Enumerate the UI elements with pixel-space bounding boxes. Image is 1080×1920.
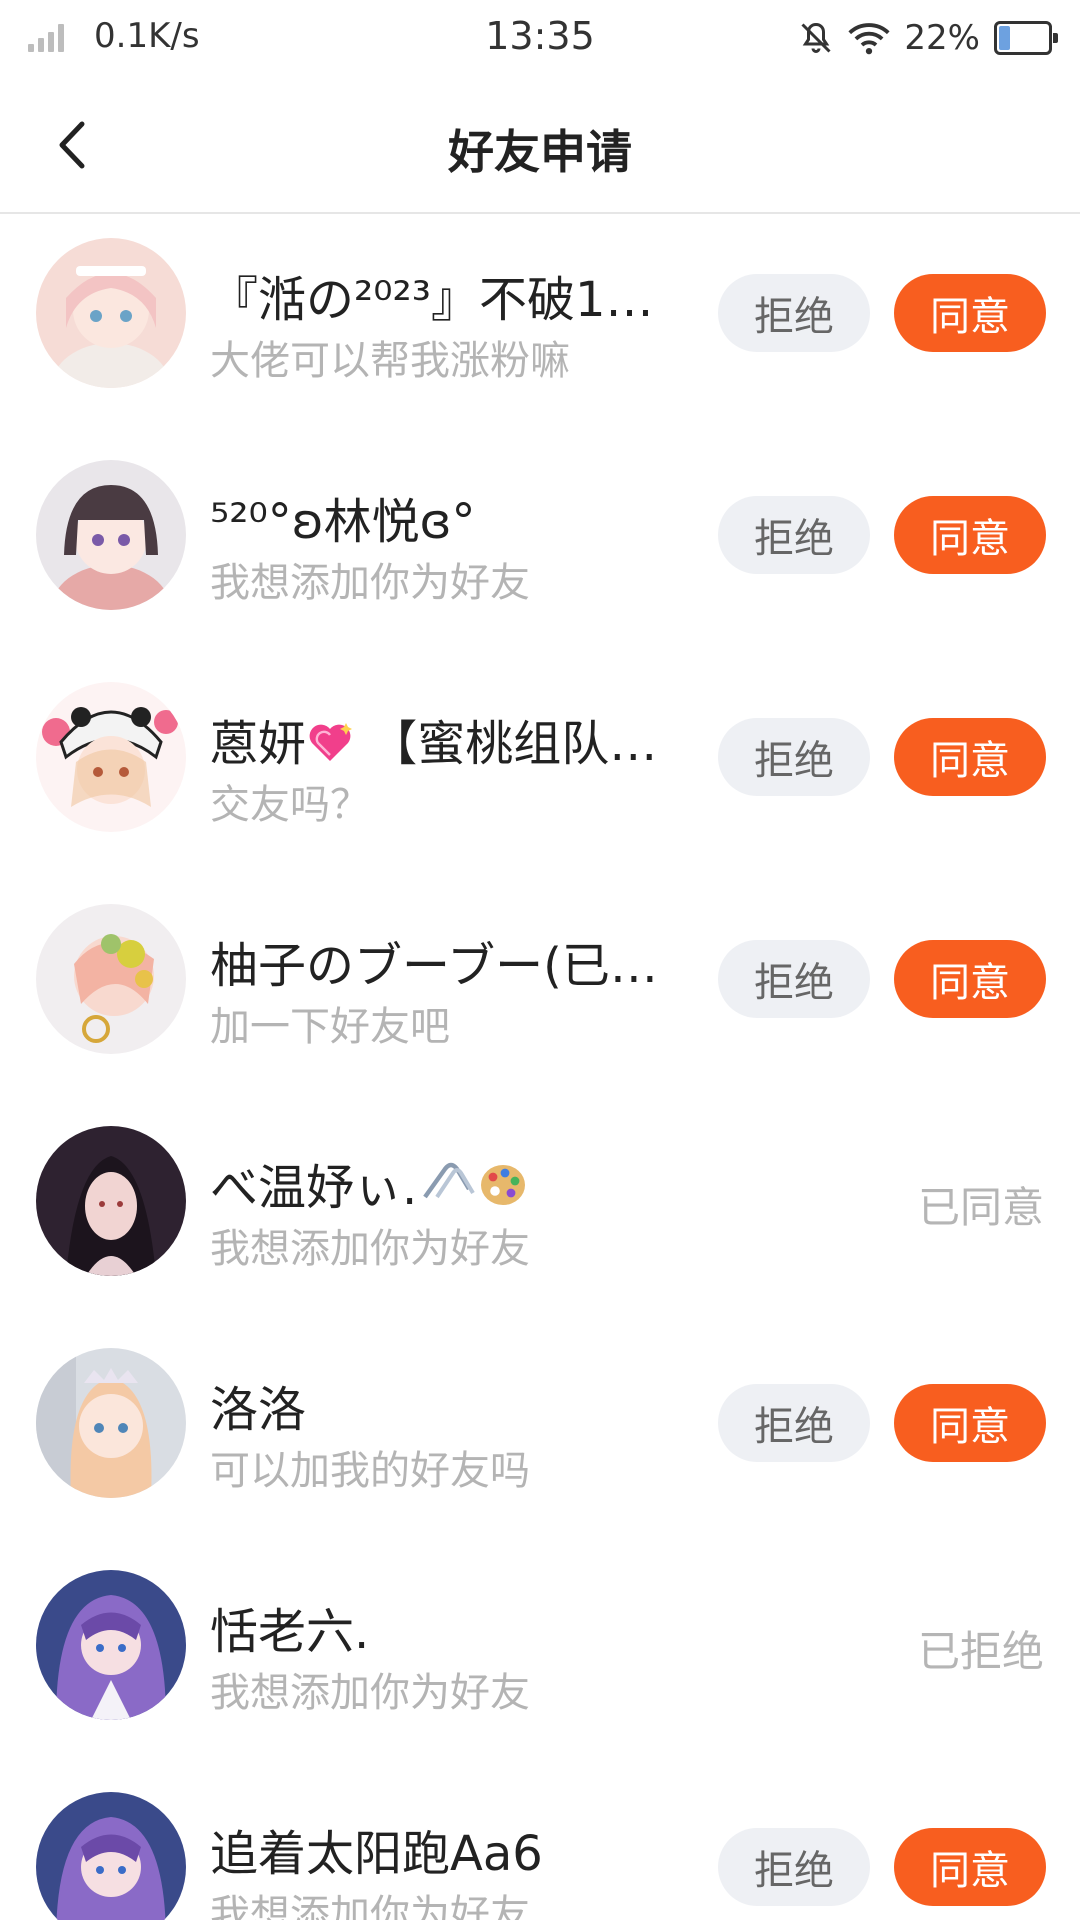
battery-icon — [994, 21, 1058, 55]
reject-button[interactable]: 拒绝 — [718, 718, 870, 796]
battery-level — [999, 26, 1011, 50]
list-item[interactable]: 『湉の²⁰²³』不破1… 大佬可以帮我涨粉嘛 拒绝 同意 — [0, 216, 1080, 438]
avatar[interactable] — [36, 1792, 186, 1920]
sender-name: 追着太阳跑Aa6 — [210, 1826, 543, 1882]
sender-name-text: べ温妤ぃ. — [210, 1160, 418, 1216]
list-item[interactable]: 柚子のブーブー(已… 加一下好友吧 拒绝 同意 — [0, 882, 1080, 1104]
list-item[interactable]: 洛洛 可以加我的好友吗 拒绝 同意 — [0, 1326, 1080, 1548]
avatar[interactable] — [36, 682, 186, 832]
list-item[interactable]: 蒽妍 【蜜桃组队… 交友吗？ 拒绝 同意 — [0, 660, 1080, 882]
request-message: 加一下好友吧 — [210, 1004, 450, 1050]
avatar[interactable] — [36, 1348, 186, 1498]
mute-bell-icon — [801, 22, 831, 53]
request-message: 我想添加你为好友 — [210, 1892, 530, 1920]
accept-button[interactable]: 同意 — [894, 274, 1046, 352]
list-item[interactable]: 恬老六. 我想添加你为好友 已拒绝 — [0, 1548, 1080, 1770]
request-message: 大佬可以帮我涨粉嘛 — [210, 338, 570, 384]
rejected-status: 已拒绝 — [917, 1627, 1044, 1676]
avatar[interactable] — [36, 1570, 186, 1720]
request-message: 我想添加你为好友 — [210, 1226, 530, 1272]
sender-name: 柚子のブーブー(已… — [210, 938, 658, 994]
sender-name: 『湉の²⁰²³』不破1… — [210, 272, 654, 328]
wifi-icon — [848, 23, 890, 55]
avatar[interactable] — [36, 1126, 186, 1276]
reject-button[interactable]: 拒绝 — [718, 496, 870, 574]
friend-request-list: 『湉の²⁰²³』不破1… 大佬可以帮我涨粉嘛 拒绝 同意 ⁵²⁰°ʚ林悦ɞ° 我… — [0, 216, 1080, 1920]
request-message: 交友吗？ — [210, 782, 370, 828]
sender-name: 洛洛 — [210, 1382, 307, 1438]
sender-name: ⁵²⁰°ʚ林悦ɞ° — [210, 494, 476, 550]
accepted-status: 已同意 — [917, 1183, 1044, 1232]
accept-button[interactable]: 同意 — [894, 1828, 1046, 1906]
request-message: 可以加我的好友吗 — [210, 1448, 530, 1494]
accept-button[interactable]: 同意 — [894, 496, 1046, 574]
accept-button[interactable]: 同意 — [894, 718, 1046, 796]
request-message: 我想添加你为好友 — [210, 1670, 530, 1716]
request-message: 我想添加你为好友 — [210, 560, 530, 606]
paperclip-palette-icon — [417, 1161, 527, 1221]
avatar[interactable] — [36, 460, 186, 610]
header: 好友申请 — [0, 76, 1080, 214]
list-item[interactable]: ⁵²⁰°ʚ林悦ɞ° 我想添加你为好友 拒绝 同意 — [0, 438, 1080, 660]
sender-name-text: 蒽妍 — [210, 716, 307, 772]
accept-button[interactable]: 同意 — [894, 1384, 1046, 1462]
sender-name-suffix: 【蜜桃组队… — [369, 716, 658, 772]
reject-button[interactable]: 拒绝 — [718, 940, 870, 1018]
list-item[interactable]: 追着太阳跑Aa6 我想添加你为好友 拒绝 同意 — [0, 1770, 1080, 1920]
page-title: 好友申请 — [448, 125, 632, 179]
list-item[interactable]: べ温妤ぃ. 我想添加你为好友 已同意 — [0, 1104, 1080, 1326]
sender-name: 蒽妍 【蜜桃组队… — [210, 704, 690, 775]
reject-button[interactable]: 拒绝 — [718, 274, 870, 352]
avatar[interactable] — [36, 904, 186, 1054]
status-bar: 0.1K/s 13:35 22% — [0, 0, 1080, 76]
avatar[interactable] — [36, 238, 186, 388]
status-icons: 22% — [798, 14, 1058, 62]
reject-button[interactable]: 拒绝 — [718, 1384, 870, 1462]
sender-name: べ温妤ぃ. — [210, 1148, 690, 1221]
sparkling-heart-icon — [306, 719, 354, 775]
battery-percent: 22% — [904, 18, 980, 58]
reject-button[interactable]: 拒绝 — [718, 1828, 870, 1906]
sender-name: 恬老六. — [210, 1604, 370, 1660]
accept-button[interactable]: 同意 — [894, 940, 1046, 1018]
